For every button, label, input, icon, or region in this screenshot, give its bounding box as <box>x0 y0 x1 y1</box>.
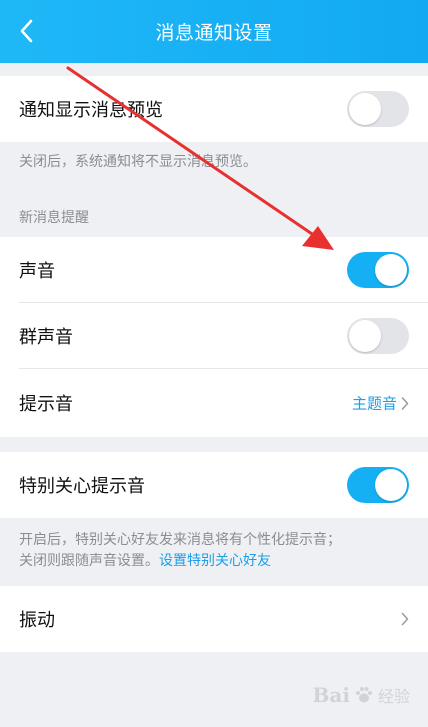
special-friends-link[interactable]: 设置特别关心好友 <box>159 553 271 569</box>
toggle-knob <box>375 469 407 501</box>
toggle-knob <box>349 320 381 352</box>
group-sound-label: 群声音 <box>19 327 73 348</box>
sound-row: 声音 <box>0 237 428 303</box>
tone-value: 主题音 <box>351 394 397 413</box>
toggle-knob <box>349 93 381 125</box>
nav-header: 消息通知设置 <box>0 0 428 63</box>
tone-row[interactable]: 提示音 主题音 <box>0 369 428 437</box>
chevron-left-icon <box>20 19 33 43</box>
chevron-right-icon <box>401 612 409 626</box>
watermark-sub: 经验 <box>377 687 410 706</box>
paw-icon <box>355 687 372 703</box>
special-toggle[interactable] <box>347 467 409 503</box>
toggle-knob <box>375 254 407 286</box>
preview-label: 通知显示消息预览 <box>19 100 163 121</box>
vibration-label: 振动 <box>19 610 55 631</box>
back-button[interactable] <box>8 12 44 50</box>
special-note-line2-wrap: 关闭则跟随声音设置。设置特别关心好友 <box>19 551 414 572</box>
preview-row: 通知显示消息预览 <box>0 76 428 142</box>
page-title: 消息通知设置 <box>155 22 273 44</box>
new-message-section-label: 新消息提醒 <box>19 210 89 226</box>
chevron-right-icon <box>401 396 409 410</box>
sound-toggle[interactable] <box>347 252 409 288</box>
tone-value-link[interactable]: 主题音 <box>352 393 409 414</box>
group-sound-toggle[interactable] <box>347 318 409 354</box>
vibration-card: 振动 <box>0 586 428 652</box>
special-row: 特别关心提示音 <box>0 452 428 518</box>
special-label: 特别关心提示音 <box>19 476 145 497</box>
special-note-line2: 关闭则跟随声音设置。 <box>19 553 159 569</box>
vibration-row[interactable]: 振动 <box>0 586 428 652</box>
watermark-logo: Bai 经验 <box>313 683 410 707</box>
special-card: 特别关心提示音 <box>0 452 428 518</box>
sound-label: 声音 <box>19 261 55 282</box>
preview-card: 通知显示消息预览 <box>0 76 428 142</box>
group-sound-row: 群声音 <box>0 303 428 369</box>
new-message-card: 声音 群声音 提示音 主题音 <box>0 237 428 437</box>
special-note: 开启后，特别关心好友发来消息将有个性化提示音； 关闭则跟随声音设置。设置特别关心… <box>19 530 414 572</box>
tone-label: 提示音 <box>19 394 73 415</box>
watermark-text: Bai <box>312 683 350 707</box>
preview-note: 关闭后，系统通知将不显示消息预览。 <box>19 154 257 170</box>
special-note-line1: 开启后，特别关心好友发来消息将有个性化提示音； <box>19 532 341 548</box>
preview-toggle[interactable] <box>347 91 409 127</box>
